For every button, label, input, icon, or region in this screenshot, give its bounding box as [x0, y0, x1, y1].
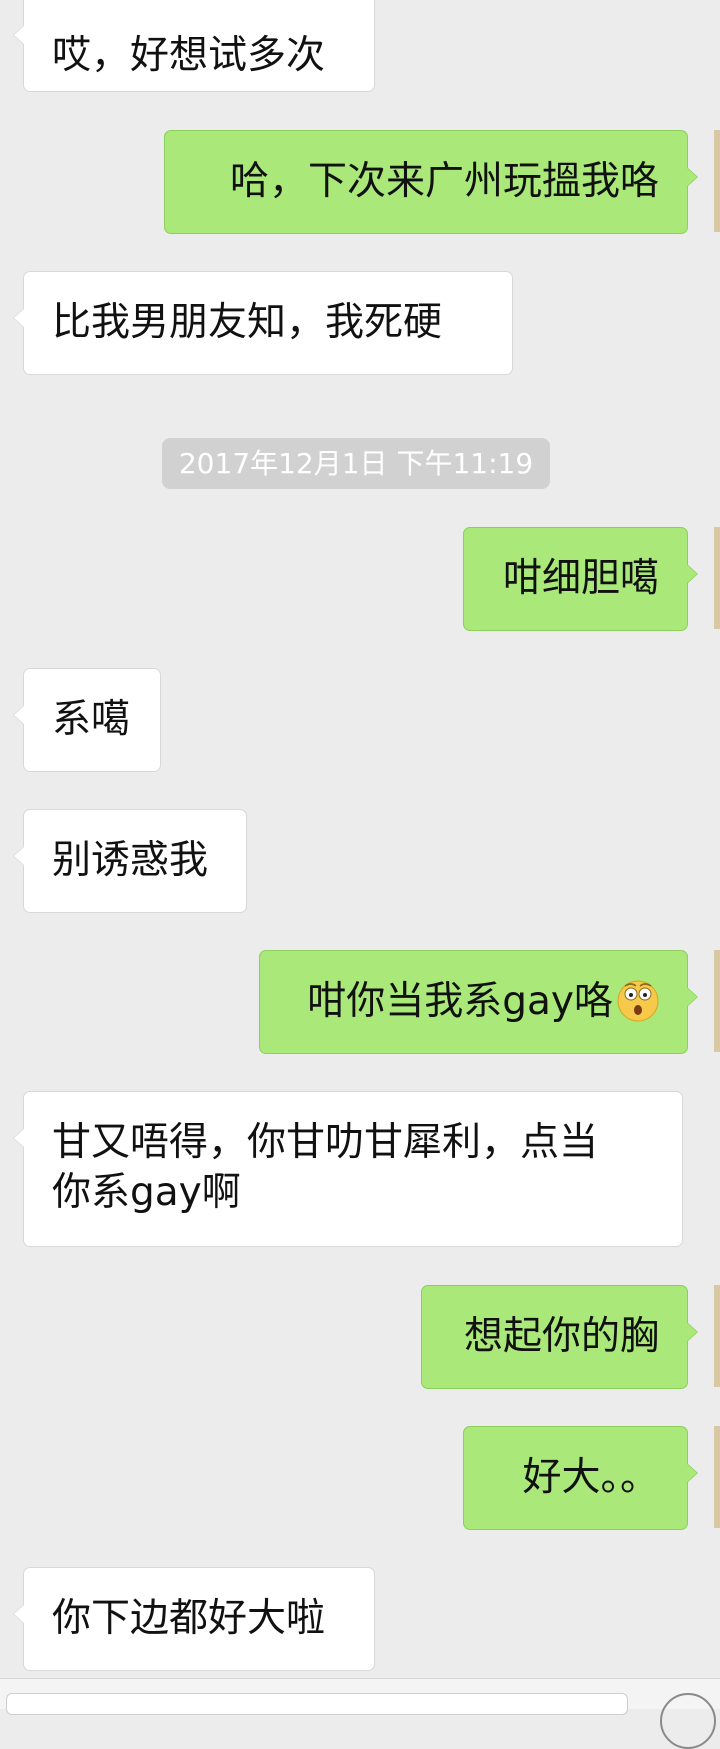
- incoming-message-bubble[interactable]: 系噶: [13, 668, 161, 772]
- avatar-edge[interactable]: [714, 1285, 720, 1387]
- outgoing-message-bubble[interactable]: 好大。。: [463, 1426, 698, 1530]
- incoming-message-bubble[interactable]: 甘又唔得，你甘叻甘犀利，点当 你系gay啊: [13, 1091, 683, 1247]
- incoming-message-bubble[interactable]: 比我男朋友知，我死硬: [13, 271, 513, 375]
- message-text: 系噶: [52, 697, 131, 742]
- message-content: 咁你当我系gay咯: [288, 977, 659, 1027]
- message-text: 别诱惑我: [52, 838, 209, 883]
- message-text: 比我男朋友知，我死硬: [52, 300, 443, 345]
- message-text-line-2: 你系gay啊: [52, 1170, 241, 1215]
- timestamp-label: 2017年12月1日 下午11:19: [162, 438, 550, 489]
- incoming-message-bubble[interactable]: 别诱惑我: [13, 809, 247, 913]
- message-text: 咁你当我系gay咯: [307, 979, 613, 1024]
- message-text: 咁细胆噶: [502, 556, 659, 601]
- chat-input-bar: [0, 1678, 720, 1749]
- outgoing-message-bubble[interactable]: 想起你的胸: [421, 1285, 698, 1389]
- avatar-edge[interactable]: [714, 130, 720, 232]
- message-text: 哎，好想试多次: [52, 33, 326, 78]
- voice-toggle-icon[interactable]: [660, 1693, 716, 1749]
- message-text: 哈，下次来广州玩搵我咯: [229, 159, 659, 204]
- message-text: 你下边都好大啦: [52, 1596, 326, 1641]
- outgoing-message-bubble[interactable]: 咁细胆噶: [463, 527, 698, 631]
- incoming-message-bubble[interactable]: 你下边都好大啦: [13, 1567, 375, 1671]
- message-text: 想起你的胸: [463, 1314, 659, 1359]
- avatar-edge[interactable]: [714, 527, 720, 629]
- message-input[interactable]: [6, 1693, 628, 1715]
- message-text-line-1: 甘又唔得，你甘叻甘犀利，点当: [52, 1120, 599, 1165]
- incoming-message-bubble[interactable]: 哎，好想试多次: [13, 0, 375, 92]
- outgoing-message-bubble[interactable]: 哈，下次来广州玩搵我咯: [164, 130, 698, 234]
- message-text: 好大。。: [522, 1455, 659, 1500]
- avatar-edge[interactable]: [714, 950, 720, 1052]
- avatar-edge[interactable]: [714, 1426, 720, 1528]
- shocked-face-emoji-icon: [617, 980, 659, 1022]
- outgoing-message-bubble[interactable]: 咁你当我系gay咯: [259, 950, 698, 1054]
